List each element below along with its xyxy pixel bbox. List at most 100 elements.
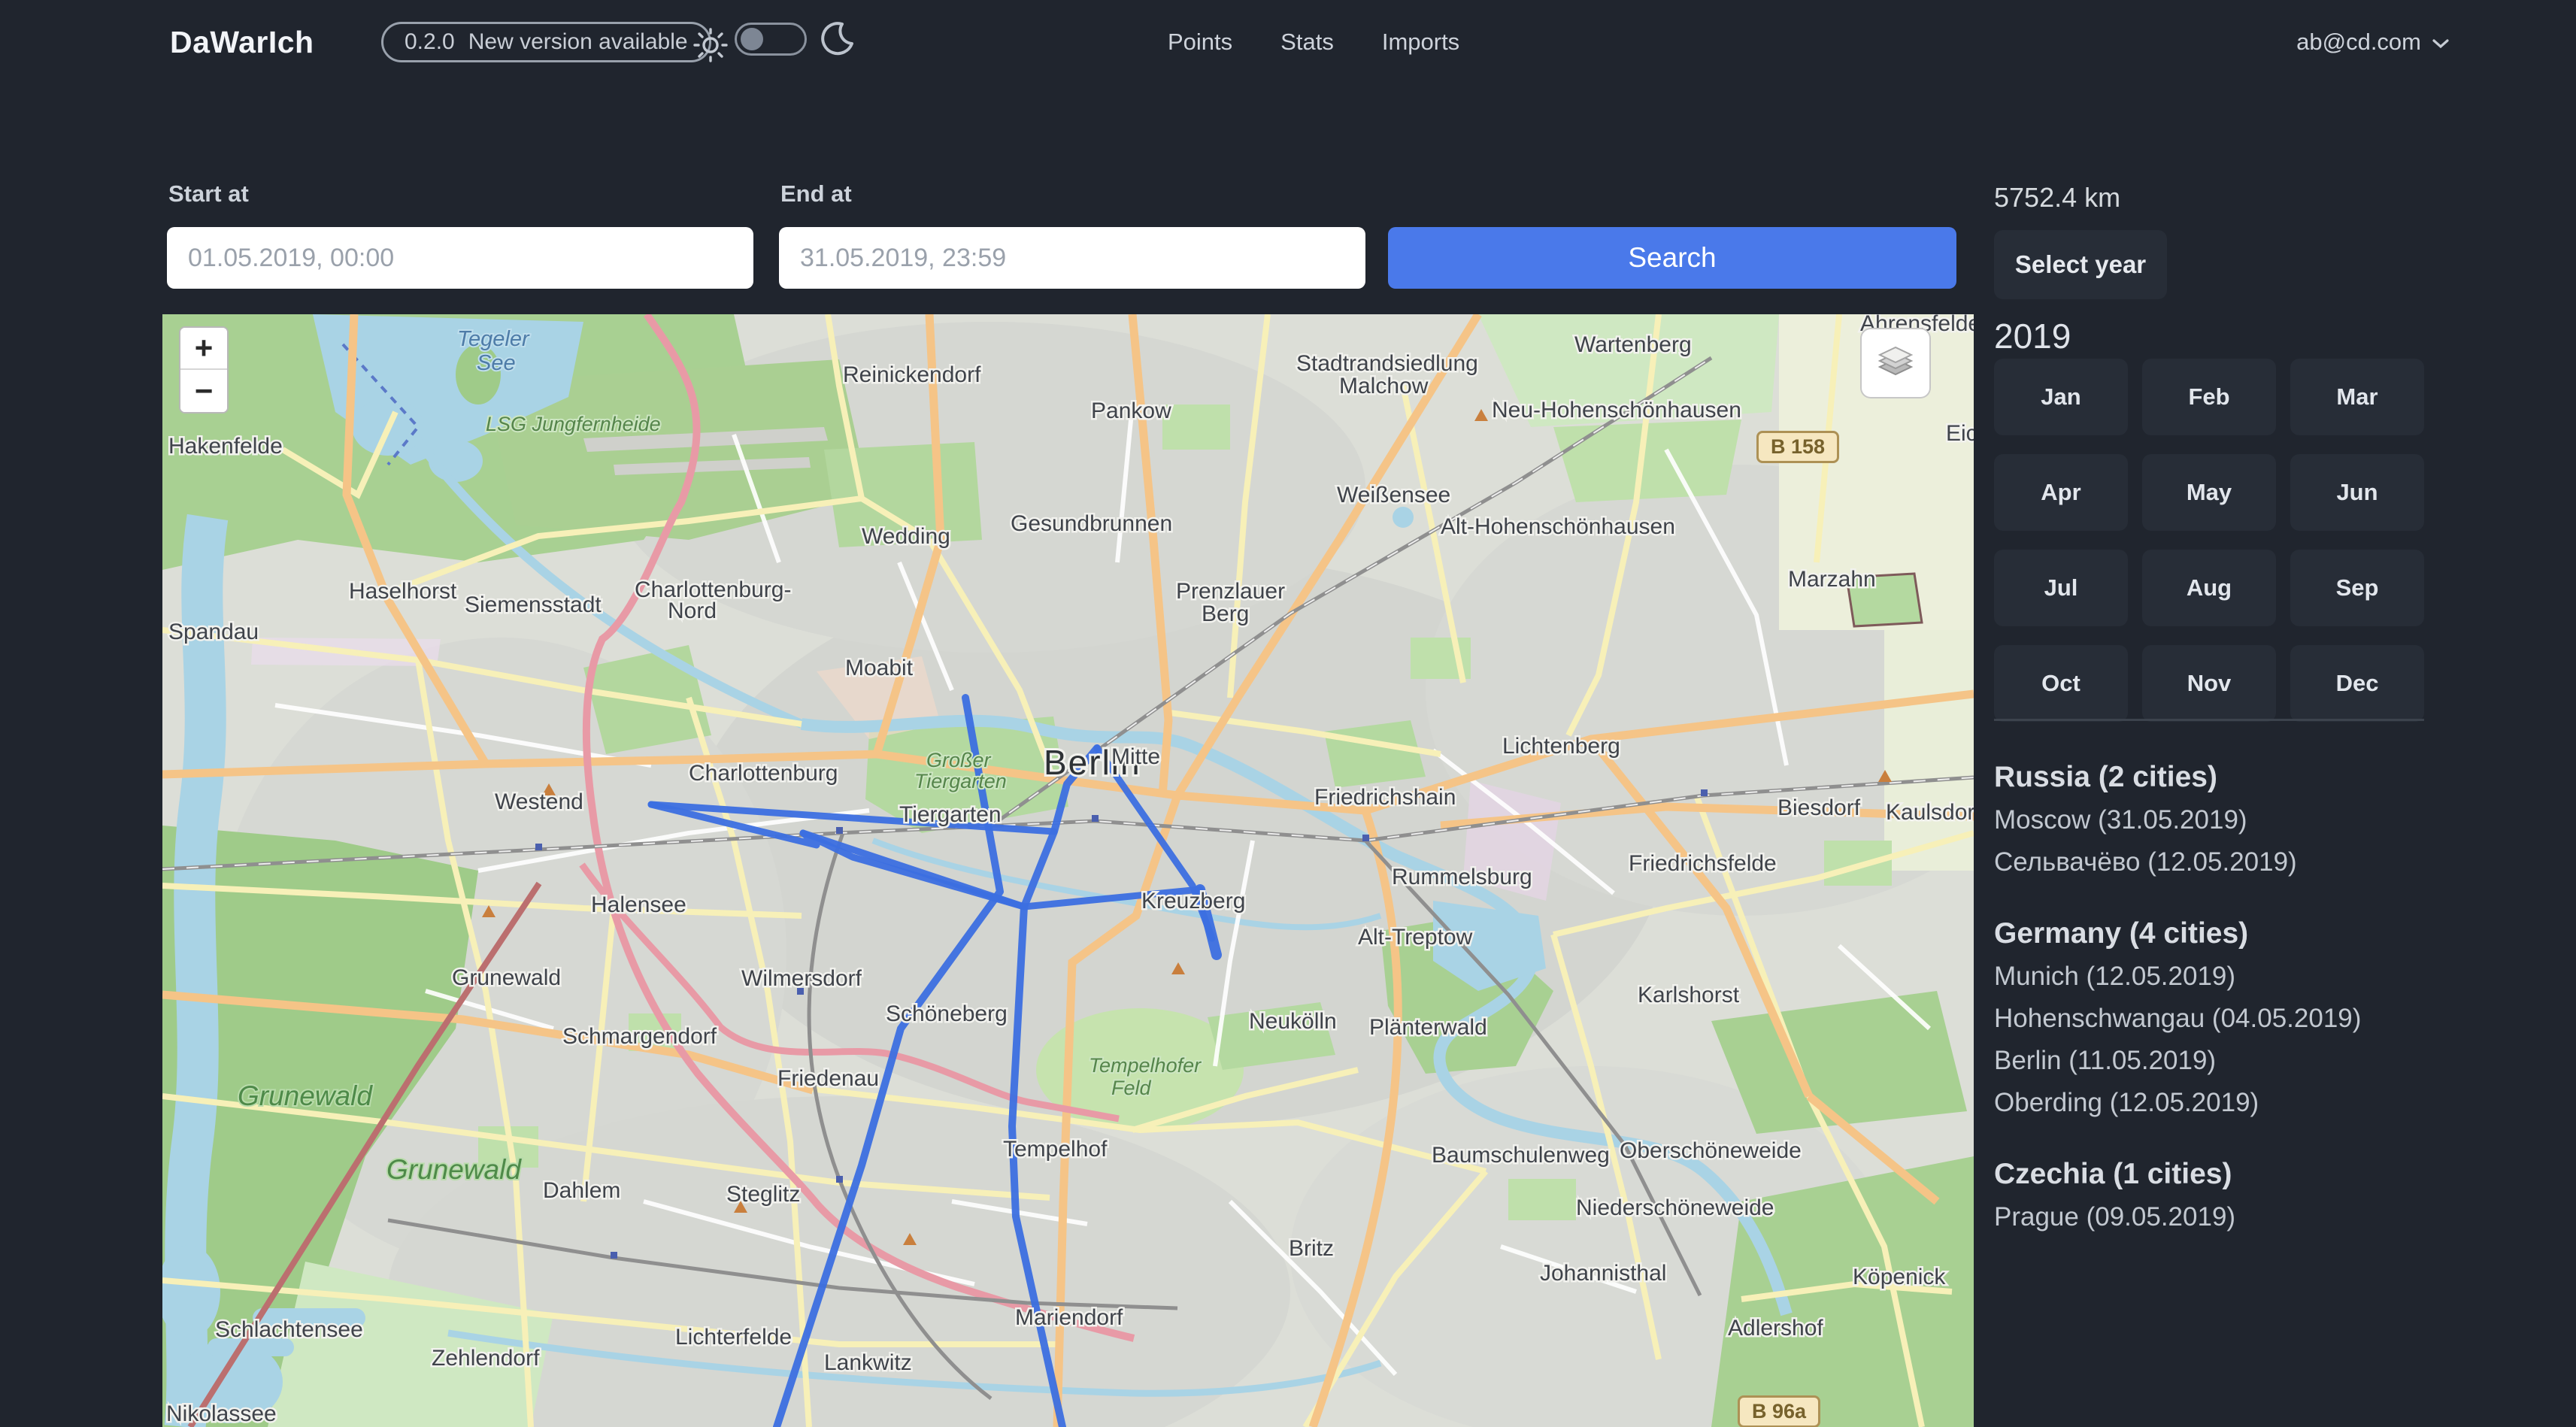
map-place-label: Tiergarten (914, 770, 1007, 792)
map-place-label: See (477, 351, 516, 375)
map-place-label: Malchow (1339, 374, 1429, 398)
month-button-mar[interactable]: Mar (2290, 359, 2424, 435)
road-ref-badge: B 158 (1756, 431, 1839, 463)
map-place-label: Weißensee (1337, 483, 1450, 507)
nav-link-imports[interactable]: Imports (1382, 29, 1459, 56)
city-entry: Prague (09.05.2019) (1994, 1196, 2483, 1238)
map-place-label: Nord (668, 598, 717, 623)
map-place-label: Kaulsdorf (1886, 800, 1974, 825)
city-entry: Сельвачёво (12.05.2019) (1994, 841, 2483, 883)
map-base-tiles: Hakenfelde TegelerSee LSG Jungfernheide Rei… (162, 314, 1974, 1427)
map-place-label: Karlshorst (1638, 983, 1740, 1007)
road-ref-badge: B 96a (1738, 1395, 1820, 1427)
visited-countries-list: Russia (2 cities) Moscow (31.05.2019) Се… (1994, 756, 2483, 1267)
map-place-label: Friedenau (777, 1066, 879, 1091)
map-place-label: Grunewald (238, 1080, 373, 1111)
country-name: Germany (4 cities) (1994, 912, 2483, 956)
map-canvas[interactable]: Hakenfelde TegelerSee LSG Jungfernheide Rei… (162, 314, 1974, 1427)
map-place-label: Schöneberg (886, 1001, 1008, 1026)
map-place-label: Wartenberg (1574, 332, 1692, 357)
map-place-label: Niederschöneweide (1576, 1195, 1774, 1220)
map-place-label: LSG Jungfernheide (486, 413, 661, 435)
layers-icon (1874, 340, 1917, 387)
map-place-label: Eich (1946, 421, 1974, 446)
version-badge[interactable]: 0.2.0 New version available (381, 22, 711, 62)
month-button-jan[interactable]: Jan (1994, 359, 2128, 435)
map-place-label: Alt-Treptow (1358, 925, 1473, 950)
nav-link-points[interactable]: Points (1168, 29, 1232, 56)
zoom-in-button[interactable]: + (180, 328, 227, 370)
total-distance: 5752.4 km (1994, 182, 2120, 214)
moon-icon (820, 21, 855, 56)
country-group-czechia: Czechia (1 cities) Prague (09.05.2019) (1994, 1153, 2483, 1238)
map-place-label: Grunewald (386, 1154, 522, 1185)
month-button-oct[interactable]: Oct (1994, 645, 2128, 722)
map-place-label: Biesdorf (1777, 795, 1861, 820)
month-button-feb[interactable]: Feb (2142, 359, 2276, 435)
map-place-label: Wilmersdorf (741, 966, 862, 991)
month-button-nov[interactable]: Nov (2142, 645, 2276, 722)
month-button-dec[interactable]: Dec (2290, 645, 2424, 722)
map-place-label: Hakenfelde (168, 434, 283, 459)
city-entry: Berlin (11.05.2019) (1994, 1040, 2483, 1082)
country-name: Russia (2 cities) (1994, 756, 2483, 799)
map-place-label: Neukölln (1249, 1009, 1337, 1034)
map-place-label: Baumschulenweg (1432, 1143, 1610, 1168)
month-button-may[interactable]: May (2142, 454, 2276, 531)
map-place-label: Adlershof (1728, 1316, 1823, 1341)
end-at-label: End at (780, 180, 852, 208)
layers-control[interactable] (1860, 328, 1931, 398)
map-place-label: Pankow (1091, 398, 1171, 423)
map-place-label: Schlachtensee (215, 1317, 363, 1342)
search-button[interactable]: Search (1388, 227, 1956, 289)
map-place-label: Berg (1202, 601, 1249, 626)
map-place-label: Mariendorf (1015, 1305, 1123, 1330)
map-place-label: Kreuzberg (1141, 889, 1245, 913)
theme-toggle[interactable] (735, 23, 807, 56)
map-place-label: Spandau (168, 620, 259, 644)
month-button-apr[interactable]: Apr (1994, 454, 2128, 531)
map-place-label: Prenzlauer (1176, 579, 1285, 604)
month-button-sep[interactable]: Sep (2290, 550, 2424, 626)
year-heading: 2019 (1994, 316, 2071, 356)
city-entry: Oberding (12.05.2019) (1994, 1082, 2483, 1124)
map-place-label: Marzahn (1788, 567, 1876, 592)
start-at-label: Start at (168, 180, 249, 208)
map-place-label: Friedrichshain (1314, 785, 1456, 810)
map-place-label: Friedrichsfelde (1629, 851, 1777, 876)
zoom-out-button[interactable]: − (180, 370, 227, 412)
month-button-aug[interactable]: Aug (2142, 550, 2276, 626)
city-entry: Moscow (31.05.2019) (1994, 799, 2483, 841)
month-button-jul[interactable]: Jul (1994, 550, 2128, 626)
start-at-input[interactable] (167, 227, 753, 289)
map-place-label: Gesundbrunnen (1011, 511, 1172, 536)
nav-link-stats[interactable]: Stats (1280, 29, 1334, 56)
sidebar-divider (1994, 719, 2424, 721)
chevron-down-icon (2432, 29, 2450, 56)
map-place-label: Plänterwald (1369, 1015, 1487, 1040)
map-place-label: Charlottenburg (689, 761, 838, 786)
map-zoom-control: + − (179, 326, 229, 414)
map-place-label: Rummelsburg (1392, 865, 1532, 889)
month-button-jun[interactable]: Jun (2290, 454, 2424, 531)
end-at-input[interactable] (779, 227, 1365, 289)
map-place-label: Tegeler (457, 327, 530, 351)
map-place-label: Halensee (591, 892, 686, 917)
map-place-label: Tempelhof (1003, 1137, 1108, 1162)
main-nav: Points Stats Imports (1168, 29, 1459, 56)
map-place-label: Lichterfelde (675, 1325, 792, 1350)
city-entry: Munich (12.05.2019) (1994, 956, 2483, 998)
map-place-label: Lankwitz (824, 1350, 912, 1375)
account-menu[interactable]: ab@cd.com (2296, 29, 2450, 56)
app-logo: DaWarIch (170, 25, 314, 60)
map-place-label: Wedding (862, 524, 950, 549)
map-place-label: Neu-Hohenschönhausen (1492, 398, 1741, 423)
theme-toggle-knob[interactable] (741, 28, 763, 50)
map-place-label: Nikolassee (166, 1401, 277, 1426)
map-place-label: Reinickendorf (843, 362, 981, 387)
map-place-label: Tiergarten (899, 802, 1002, 827)
map-place-label: Oberschöneweide (1620, 1138, 1802, 1163)
map-place-label: Zehlendorf (432, 1346, 540, 1371)
account-email: ab@cd.com (2296, 29, 2421, 56)
select-year-button[interactable]: Select year (1994, 230, 2167, 299)
